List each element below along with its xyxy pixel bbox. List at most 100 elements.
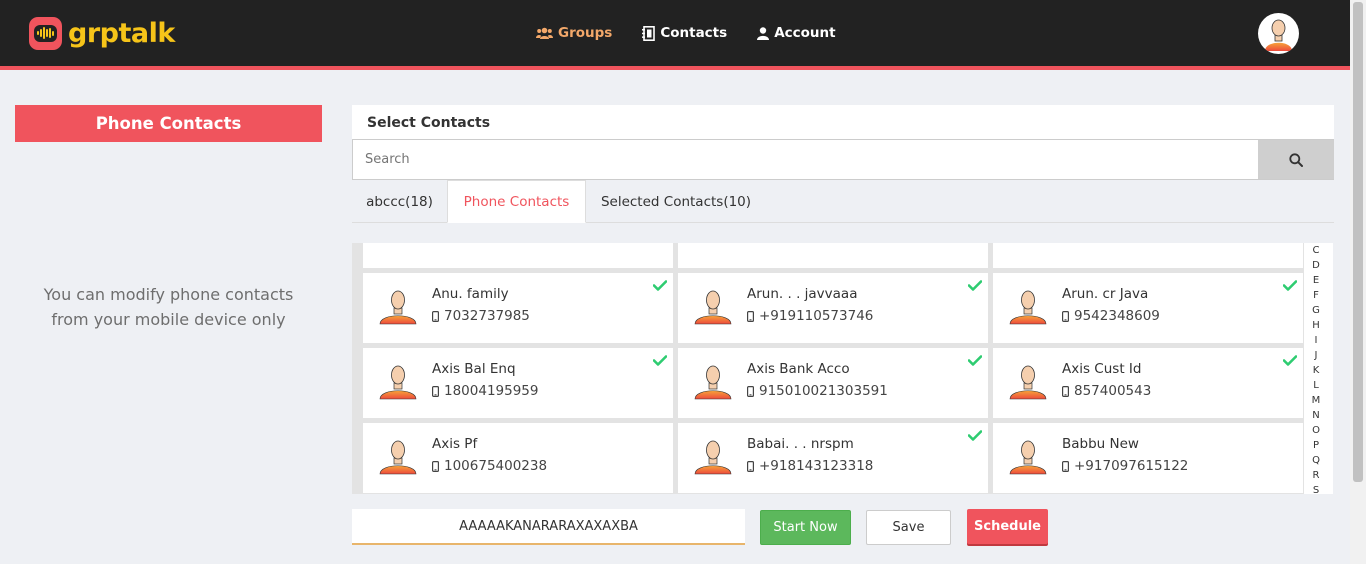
contact-card[interactable]: Arun. cr Java 9542348609 (993, 273, 1303, 343)
contact-phone: +919110573746 (747, 308, 873, 324)
header-accent-line (0, 66, 1350, 70)
conference-name-input[interactable] (352, 509, 745, 545)
alphabet-letter[interactable]: F (1304, 288, 1328, 303)
contact-card[interactable]: Axis Bal Enq 18004195959 (363, 348, 673, 418)
alphabet-letter[interactable]: D (1304, 258, 1328, 273)
alphabet-letter[interactable]: C (1304, 243, 1328, 258)
contact-avatar-icon (1009, 364, 1047, 404)
contact-avatar-icon (379, 289, 417, 329)
alphabet-letter[interactable]: E (1304, 273, 1328, 288)
contact-card[interactable]: Babai. . . nrspm +918143123318 (678, 423, 988, 493)
contact-phone-number: 857400543 (1074, 383, 1152, 399)
contact-card-partial[interactable] (678, 243, 988, 268)
alphabet-letter[interactable]: J (1304, 348, 1328, 363)
nav-contacts-label: Contacts (660, 25, 728, 41)
alphabet-letter[interactable]: N (1304, 408, 1328, 423)
tab-phone-contacts[interactable]: Phone Contacts (447, 180, 586, 223)
mobile-phone-icon (1062, 385, 1069, 397)
alphabet-letter[interactable]: G (1304, 303, 1328, 318)
page-scrollbar-thumb[interactable] (1353, 2, 1363, 482)
alphabet-letter[interactable]: P (1304, 438, 1328, 453)
contact-name: Babai. . . nrspm (747, 436, 854, 452)
contact-name: Axis Cust Id (1062, 361, 1142, 377)
selected-check-icon (967, 426, 983, 445)
contacts-grid: Anu. family 7032737985 Arun. . . javvaaa +9… (352, 243, 1304, 494)
alphabet-letter[interactable]: L (1304, 378, 1328, 393)
note-line-1: You can modify phone contacts (43, 285, 294, 304)
contact-phone-number: +918143123318 (759, 458, 874, 474)
contact-card[interactable]: Anu. family 7032737985 (363, 273, 673, 343)
selected-check-icon (652, 276, 668, 295)
contact-avatar-icon (379, 439, 417, 479)
contact-avatar-icon (1009, 439, 1047, 479)
selected-check-icon (967, 276, 983, 295)
contact-avatar-icon (694, 364, 732, 404)
contact-card-partial[interactable] (993, 243, 1303, 268)
contact-phone-number: 18004195959 (444, 383, 539, 399)
alphabet-letter[interactable]: O (1304, 423, 1328, 438)
contact-name: Anu. family (432, 286, 509, 302)
mobile-phone-icon (747, 460, 754, 472)
tab-selected-contacts[interactable]: Selected Contacts(10) (586, 180, 766, 223)
search-bar (352, 139, 1334, 180)
contact-phone-number: 7032737985 (444, 308, 530, 324)
tab-group-abccc[interactable]: abccc(18) (352, 180, 447, 223)
profile-avatar[interactable] (1258, 13, 1299, 54)
contact-phone: 7032737985 (432, 308, 530, 324)
alphabet-letter[interactable]: R (1304, 468, 1328, 483)
search-button[interactable] (1258, 140, 1334, 179)
alphabet-index: CDEFGHIJKLMNOPQRS (1304, 243, 1333, 494)
contact-phone-number: 100675400238 (444, 458, 548, 474)
brand-logo[interactable]: grptalk (29, 15, 175, 51)
nav-groups-label: Groups (558, 25, 613, 41)
start-now-button[interactable]: Start Now (760, 510, 851, 545)
save-button[interactable]: Save (866, 510, 951, 545)
contact-avatar-icon (1009, 289, 1047, 329)
contact-phone: 9542348609 (1062, 308, 1160, 324)
mobile-phone-icon (1062, 310, 1069, 322)
contact-phone-number: 915010021303591 (759, 383, 888, 399)
address-book-icon (642, 25, 656, 41)
contact-phone-number: +919110573746 (759, 308, 874, 324)
contact-card[interactable]: Axis Pf 100675400238 (363, 423, 673, 493)
alphabet-letter[interactable]: K (1304, 363, 1328, 378)
contact-name: Arun. . . javvaaa (747, 286, 858, 302)
note-line-2: from your mobile device only (51, 310, 286, 329)
contact-card[interactable]: Arun. . . javvaaa +919110573746 (678, 273, 988, 343)
mobile-phone-icon (432, 460, 439, 472)
contact-name: Axis Pf (432, 436, 478, 452)
alphabet-letter[interactable]: H (1304, 318, 1328, 333)
users-icon (536, 27, 553, 40)
contact-name: Babbu New (1062, 436, 1139, 452)
mobile-phone-icon (747, 385, 754, 397)
contact-card[interactable]: Babbu New +917097615122 (993, 423, 1303, 493)
contact-card[interactable]: Axis Bank Acco 915010021303591 (678, 348, 988, 418)
contact-card-partial[interactable] (363, 243, 673, 268)
contact-tabs: abccc(18) Phone Contacts Selected Contac… (352, 180, 1334, 223)
alphabet-letter[interactable]: M (1304, 393, 1328, 408)
contact-phone-number: +917097615122 (1074, 458, 1189, 474)
nav-account-label: Account (774, 25, 836, 41)
nav-groups[interactable]: Groups (536, 22, 612, 44)
contact-name: Axis Bal Enq (432, 361, 516, 377)
alphabet-letter[interactable]: I (1304, 333, 1328, 348)
nav-account[interactable]: Account (757, 22, 836, 44)
modify-contacts-note: You can modify phone contacts from your … (15, 282, 322, 332)
phone-contacts-title: Phone Contacts (15, 105, 322, 142)
mobile-phone-icon (1062, 460, 1069, 472)
contact-card[interactable]: Axis Cust Id 857400543 (993, 348, 1303, 418)
contact-phone: 100675400238 (432, 458, 547, 474)
user-icon (757, 26, 770, 40)
nav-contacts[interactable]: Contacts (642, 22, 727, 44)
contact-phone: 18004195959 (432, 383, 538, 399)
alphabet-letter[interactable]: Q (1304, 453, 1328, 468)
contact-phone: 915010021303591 (747, 383, 888, 399)
contact-phone-number: 9542348609 (1074, 308, 1160, 324)
alphabet-letter[interactable]: S (1304, 483, 1328, 494)
search-icon (1289, 152, 1303, 167)
schedule-button[interactable]: Schedule (967, 509, 1048, 544)
search-input[interactable] (353, 140, 1257, 179)
contact-avatar-icon (694, 289, 732, 329)
mobile-phone-icon (747, 310, 754, 322)
contact-phone: +917097615122 (1062, 458, 1188, 474)
